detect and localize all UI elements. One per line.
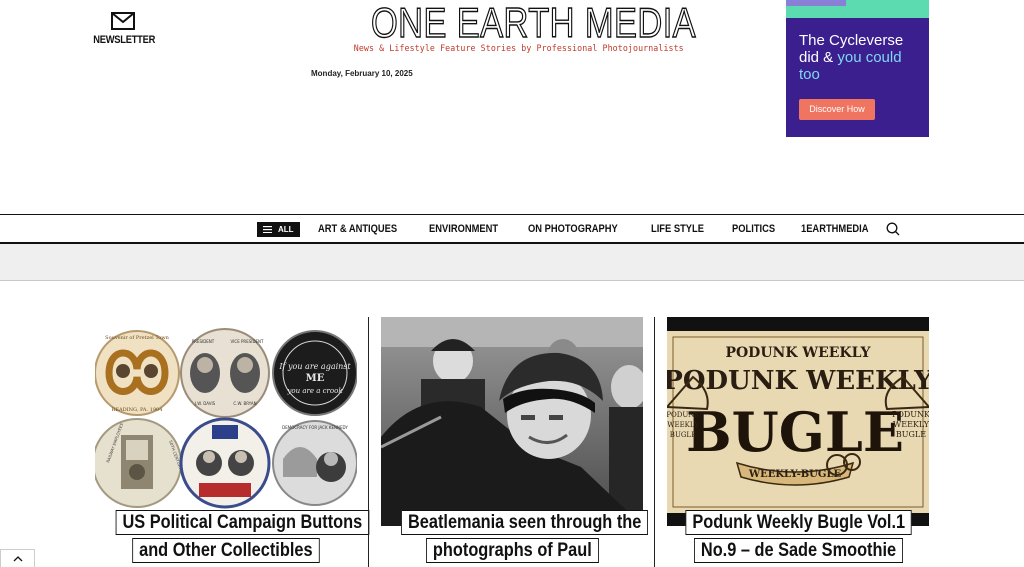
- svg-text:If you are against: If you are against: [278, 362, 351, 371]
- svg-text:PRESIDENT: PRESIDENT: [192, 339, 215, 344]
- podunk-bugle-poster: PODUNK WEEKLY PODUNK WEEKLY BUGLE WEEKLY…: [667, 317, 929, 526]
- ad-header-strip: [786, 0, 929, 18]
- site-logo: ONE EARTH MEDIA: [370, 0, 697, 46]
- site-brand[interactable]: ONE EARTH MEDIA News & Lifestyle Feature…: [340, 0, 697, 54]
- svg-text:READING, PA. 1904: READING, PA. 1904: [112, 407, 163, 413]
- announcement-band: [0, 244, 1024, 281]
- hamburger-icon: [263, 225, 272, 233]
- nav-item-environment[interactable]: ENVIRONMENT: [429, 223, 498, 235]
- svg-text:PODUNK: PODUNK: [667, 411, 700, 419]
- search-button[interactable]: [886, 222, 900, 236]
- svg-text:you are a crook: you are a crook: [286, 387, 342, 395]
- article-title-line-1[interactable]: Podunk Weekly Bugle Vol.1: [685, 510, 912, 535]
- column-divider: [368, 317, 369, 567]
- article-thumbnail[interactable]: PODUNK WEEKLY PODUNK WEEKLY BUGLE WEEKLY…: [667, 317, 929, 526]
- advertisement-banner[interactable]: The Cycleverse did & you could too Disco…: [786, 0, 929, 137]
- svg-text:WEEKLY: WEEKLY: [893, 420, 929, 429]
- svg-text:C.W. BRYAN: C.W. BRYAN: [233, 401, 256, 406]
- article-title-line-1[interactable]: Beatlemania seen through the: [401, 510, 649, 535]
- article-card-beatlemania[interactable]: Beatlemania seen through the photographs…: [381, 317, 649, 567]
- svg-text:WEEKLY: WEEKLY: [667, 421, 699, 429]
- main-navigation: ALL ART & ANTIQUES ENVIRONMENT ON PHOTOG…: [0, 214, 1024, 244]
- article-thumbnail[interactable]: Souvenir of Pretzel Town READING, PA. 19…: [95, 317, 357, 526]
- article-title-line-1[interactable]: US Political Campaign Buttons: [115, 510, 370, 535]
- svg-text:J.W. DAVIS: J.W. DAVIS: [194, 401, 216, 406]
- article-title-line-2[interactable]: photographs of Paul: [425, 538, 599, 563]
- svg-text:DEMOCRACY FOR JACK KENNEDY: DEMOCRACY FOR JACK KENNEDY: [282, 425, 348, 430]
- svg-text:PODUNK WEEKLY: PODUNK WEEKLY: [725, 345, 871, 361]
- ad-headline: The Cycleverse did & you could too: [799, 32, 904, 83]
- svg-text:BUGLE: BUGLE: [896, 430, 926, 439]
- article-title[interactable]: Beatlemania seen through the photographs…: [381, 510, 649, 566]
- svg-text:BUGLE: BUGLE: [686, 400, 904, 464]
- envelope-icon: [111, 12, 135, 30]
- article-title-line-2[interactable]: and Other Collectibles: [132, 538, 320, 563]
- svg-text:VICE PRESIDENT: VICE PRESIDENT: [231, 339, 265, 344]
- svg-text:BUGLE: BUGLE: [670, 431, 696, 439]
- newsletter-label: NEWSLETTER: [93, 34, 156, 46]
- nav-item-on-photography[interactable]: ON PHOTOGRAPHY: [528, 223, 618, 235]
- column-divider: [654, 317, 655, 567]
- search-icon: [886, 222, 900, 236]
- all-menu-button[interactable]: ALL: [257, 221, 300, 237]
- beatlemania-photo: [381, 317, 643, 526]
- nav-item-politics[interactable]: POLITICS: [732, 223, 775, 235]
- article-card-campaign-buttons[interactable]: Souvenir of Pretzel Town READING, PA. 19…: [95, 317, 370, 567]
- article-thumbnail[interactable]: [381, 317, 643, 526]
- svg-text:Souvenir of Pretzel Town: Souvenir of Pretzel Town: [105, 335, 169, 341]
- current-date: Monday, February 10, 2025: [311, 69, 413, 78]
- svg-text:PODUNK: PODUNK: [892, 410, 929, 419]
- article-card-podunk-bugle[interactable]: PODUNK WEEKLY PODUNK WEEKLY BUGLE WEEKLY…: [667, 317, 929, 567]
- article-title[interactable]: Podunk Weekly Bugle Vol.1 No.9 – de Sade…: [667, 510, 929, 566]
- article-title-line-2[interactable]: No.9 – de Sade Smoothie: [693, 538, 903, 563]
- svg-text:ME: ME: [306, 373, 325, 384]
- article-title[interactable]: US Political Campaign Buttons and Other …: [95, 510, 370, 566]
- campaign-buttons-image: Souvenir of Pretzel Town READING, PA. 19…: [95, 317, 357, 526]
- chevron-up-icon: [13, 555, 22, 561]
- nav-item-art-antiques[interactable]: ART & ANTIQUES: [318, 223, 397, 235]
- newsletter-link[interactable]: NEWSLETTER: [88, 12, 158, 46]
- nav-item-1earthmedia[interactable]: 1EARTHMEDIA: [801, 223, 869, 235]
- scroll-to-top-button[interactable]: [0, 549, 35, 567]
- nav-item-life-style[interactable]: LIFE STYLE: [651, 223, 704, 235]
- discover-how-button[interactable]: Discover How: [799, 99, 875, 120]
- svg-text:WEEKLY-BUGLE: WEEKLY-BUGLE: [748, 469, 842, 480]
- site-tagline: News & Lifestyle Feature Stories by Prof…: [353, 44, 684, 54]
